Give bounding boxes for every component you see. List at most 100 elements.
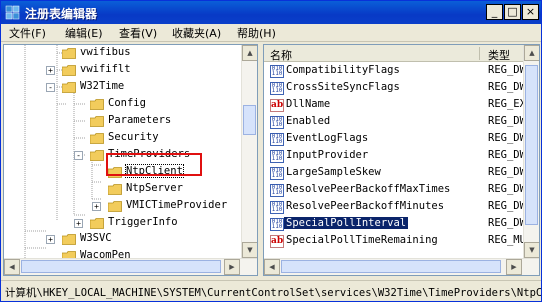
menu-edit[interactable]: 编辑(E) <box>65 25 103 41</box>
value-name: Enabled <box>286 115 331 127</box>
tree-item-label: VMICTimeProvider <box>126 199 228 211</box>
list-scroll-thumb[interactable] <box>525 65 538 225</box>
tree-item-label: NtpServer <box>126 182 183 194</box>
status-path: 计算机\HKEY_LOCAL_MACHINE\SYSTEM\CurrentCon… <box>5 287 541 299</box>
value-type: REG_DW <box>488 132 526 144</box>
binary-value-icon: 010 110 <box>270 65 284 78</box>
value-name: ResolvePeerBackoffMinutes <box>286 200 445 212</box>
tree-item-label: vwifibus <box>80 46 131 58</box>
tree-item-label: Security <box>108 131 159 143</box>
list-header: 名称 类型 <box>264 45 539 62</box>
folder-icon <box>62 82 76 93</box>
scroll-right-arrow-icon[interactable]: ▶ <box>506 259 522 275</box>
binary-value-icon: 010 110 <box>270 150 284 163</box>
value-row[interactable]: 010 110 ResolvePeerBackoffMaxTimes REG_DW <box>264 182 526 199</box>
tree-item-label: W32Time <box>80 80 125 92</box>
binary-value-icon: 010 110 <box>270 201 284 214</box>
list-horizontal-scrollbar[interactable]: ◀ ▶ <box>264 258 539 275</box>
value-row[interactable]: 010 110 CompatibilityFlags REG_DW <box>264 63 526 80</box>
binary-value-icon: 010 110 <box>270 218 284 231</box>
tree-horizontal-scrollbar[interactable]: ◀ ▶ <box>4 258 257 275</box>
tree-item-label: W3SVC <box>80 232 112 244</box>
value-name: SpecialPollInterval <box>284 217 409 229</box>
expand-plus-icon[interactable]: + <box>46 235 55 244</box>
close-button[interactable]: × <box>522 4 539 20</box>
value-name: DllName <box>286 98 331 110</box>
value-type: REG_DW <box>488 115 526 127</box>
menu-view[interactable]: 查看(V) <box>119 25 157 41</box>
scroll-up-arrow-icon[interactable]: ▲ <box>524 45 539 61</box>
folder-icon <box>62 234 76 245</box>
collapse-minus-icon[interactable]: - <box>74 151 83 160</box>
scroll-up-arrow-icon[interactable]: ▲ <box>242 45 257 61</box>
scroll-right-arrow-icon[interactable]: ▶ <box>224 259 240 275</box>
folder-icon <box>90 116 104 127</box>
menu-file[interactable]: 文件(F) <box>9 25 46 41</box>
value-type: REG_MU <box>488 234 526 246</box>
value-row[interactable]: 010 110 EventLogFlags REG_DW <box>264 131 526 148</box>
menu-favorites[interactable]: 收藏夹(A) <box>172 25 221 41</box>
expand-plus-icon[interactable]: + <box>92 202 101 211</box>
value-row[interactable]: 010 110 LargeSampleSkew REG_DW <box>264 165 526 182</box>
expand-plus-icon[interactable]: + <box>74 219 83 228</box>
window-title: 注册表编辑器 <box>25 7 98 21</box>
tree-vertical-scrollbar[interactable]: ▲ ▼ <box>241 45 257 258</box>
value-type: REG_DW <box>488 183 526 195</box>
value-row[interactable]: ab SpecialPollTimeRemaining REG_MU <box>264 233 526 250</box>
value-name: EventLogFlags <box>286 132 369 144</box>
value-row[interactable]: 010 110 CrossSiteSyncFlags REG_DW <box>264 80 526 97</box>
column-divider[interactable] <box>479 47 480 60</box>
binary-value-icon: 010 110 <box>270 116 284 129</box>
column-header-name[interactable]: 名称 <box>270 47 292 63</box>
value-row[interactable]: 010 110 InputProvider REG_DW <box>264 148 526 165</box>
binary-value-icon: 010 110 <box>270 133 284 146</box>
folder-icon <box>90 99 104 110</box>
value-type: REG_DW <box>488 81 526 93</box>
menu-bar: 文件(F) 编辑(E) 查看(V) 收藏夹(A) 帮助(H) <box>1 24 541 42</box>
folder-icon <box>90 150 104 161</box>
value-row[interactable]: ab DllName REG_EX <box>264 97 526 114</box>
string-value-icon: ab <box>270 99 284 112</box>
minimize-button[interactable]: _ <box>486 4 503 20</box>
string-value-icon: ab <box>270 235 284 248</box>
tree-item-label: vwififlt <box>80 63 131 75</box>
title-bar[interactable]: 注册表编辑器 _ □ × <box>1 1 541 24</box>
value-type: REG_EX <box>488 98 526 110</box>
scroll-down-arrow-icon[interactable]: ▼ <box>524 242 539 258</box>
folder-icon <box>90 218 104 229</box>
scroll-left-arrow-icon[interactable]: ◀ <box>264 259 280 275</box>
value-row[interactable]: 010 110 SpecialPollInterval REG_DW <box>264 216 526 233</box>
value-name: SpecialPollTimeRemaining <box>286 234 438 246</box>
binary-value-icon: 010 110 <box>270 82 284 95</box>
binary-value-icon: 010 110 <box>270 167 284 180</box>
column-header-type[interactable]: 类型 <box>488 47 510 63</box>
list-vertical-scrollbar[interactable]: ▲ ▼ <box>523 45 539 258</box>
binary-value-icon: 010 110 <box>270 184 284 197</box>
expand-plus-icon[interactable]: + <box>46 66 55 75</box>
ntpclient-highlight-box <box>106 153 202 176</box>
tree-item-label: Parameters <box>108 114 172 126</box>
registry-key-tree[interactable]: vwifibus + vwififlt - W32Time Config Parameter… <box>3 44 258 276</box>
value-name: ResolvePeerBackoffMaxTimes <box>286 183 451 195</box>
value-type: REG_DW <box>488 166 526 178</box>
value-type: REG_DW <box>488 200 526 212</box>
folder-icon <box>108 184 122 195</box>
value-name: CompatibilityFlags <box>286 64 400 76</box>
value-row[interactable]: 010 110 Enabled REG_DW <box>264 114 526 131</box>
value-row[interactable]: 010 110 ResolvePeerBackoffMinutes REG_DW <box>264 199 526 216</box>
scroll-left-arrow-icon[interactable]: ◀ <box>4 259 20 275</box>
maximize-button[interactable]: □ <box>504 4 521 20</box>
folder-icon <box>90 133 104 144</box>
value-type: REG_DW <box>488 217 526 229</box>
collapse-minus-icon[interactable]: - <box>46 83 55 92</box>
tree-hscroll-thumb[interactable] <box>21 260 221 273</box>
tree-item-label: Config <box>108 97 146 109</box>
menu-help[interactable]: 帮助(H) <box>237 25 276 41</box>
tree-scroll-thumb[interactable] <box>243 105 256 135</box>
registry-app-icon <box>5 5 20 20</box>
list-hscroll-thumb[interactable] <box>281 260 501 273</box>
registry-values-list[interactable]: 名称 类型 010 110 CompatibilityFlags REG_DW 010 1… <box>263 44 540 276</box>
registry-editor-window: 注册表编辑器 _ □ × 文件(F) 编辑(E) 查看(V) 收藏夹(A) 帮助… <box>0 0 542 302</box>
value-name: LargeSampleSkew <box>286 166 381 178</box>
scroll-down-arrow-icon[interactable]: ▼ <box>242 242 257 258</box>
